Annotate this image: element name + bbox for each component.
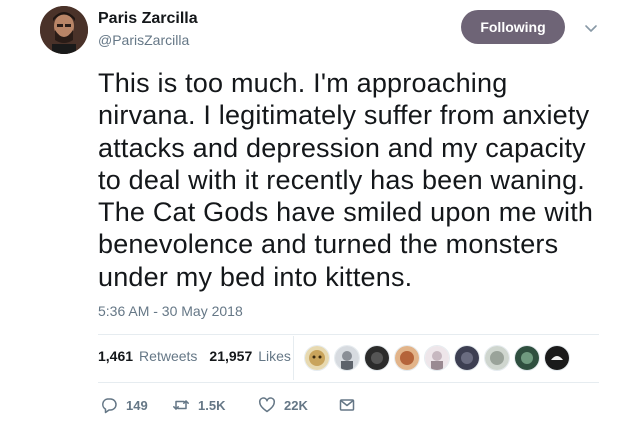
liker-avatar-2-icon[interactable] — [334, 345, 360, 371]
stats-separator — [293, 336, 294, 380]
liker-avatar-7-icon[interactable] — [484, 345, 510, 371]
reply-count: 149 — [126, 397, 148, 413]
tweet-timestamp[interactable]: 5:36 AM - 30 May 2018 — [98, 303, 243, 319]
like-count: 22K — [284, 397, 308, 413]
envelope-icon — [339, 399, 355, 411]
author-avatar[interactable] — [40, 6, 88, 54]
tweet-text-line: attacks and depression and my capacity — [98, 132, 586, 163]
user-avatar-photo-icon — [40, 6, 88, 54]
liker-avatars — [304, 345, 570, 371]
tweet-text-line: nirvana. I legitimately suffer from anxi… — [98, 100, 590, 131]
author-display-name[interactable]: Paris Zarcilla — [98, 10, 198, 28]
tweet-text: This is too much. I'm approaching nirvan… — [98, 67, 628, 293]
likes-label[interactable]: Likes — [258, 348, 291, 364]
liker-avatar-6-icon[interactable] — [454, 345, 480, 371]
liker-avatar-8-icon[interactable] — [514, 345, 540, 371]
chevron-down-icon[interactable] — [582, 19, 600, 37]
retweet-count: 1.5K — [198, 397, 226, 413]
reply-icon — [102, 398, 117, 414]
tweet-text-line: benevolence and turned the monsters — [98, 229, 559, 260]
liker-avatar-9-icon[interactable] — [544, 345, 570, 371]
tweet-actions: 149 1.5K 22K — [100, 396, 364, 414]
liker-avatar-5-icon[interactable] — [424, 345, 450, 371]
tweet-text-line: This is too much. I'm approaching — [98, 68, 508, 98]
heart-icon — [258, 397, 276, 413]
retweet-button[interactable]: 1.5K — [172, 396, 258, 414]
liker-avatar-3-icon[interactable] — [364, 345, 390, 371]
following-button[interactable]: Following — [461, 10, 565, 44]
tweet-stats: 1,461 Retweets 21,957 Likes — [98, 348, 297, 364]
tweet-text-line: to deal with it recently has been waning… — [98, 164, 585, 195]
liker-avatar-4-icon[interactable] — [394, 345, 420, 371]
like-button[interactable]: 22K — [258, 396, 338, 414]
author-handle[interactable]: @ParisZarcilla — [98, 32, 189, 48]
direct-message-button[interactable] — [338, 396, 364, 414]
retweets-count[interactable]: 1,461 — [98, 348, 133, 364]
reply-button[interactable]: 149 — [100, 396, 172, 414]
divider-bottom — [98, 382, 599, 383]
liker-avatar-1-icon[interactable] — [304, 345, 330, 371]
retweet-icon — [173, 400, 189, 410]
likes-count[interactable]: 21,957 — [209, 348, 252, 364]
retweets-label[interactable]: Retweets — [139, 348, 197, 364]
divider-top — [98, 334, 599, 335]
tweet-text-line: The Cat Gods have smiled upon me with — [98, 197, 594, 228]
tweet-text-line: under my bed into kittens. — [98, 261, 413, 292]
